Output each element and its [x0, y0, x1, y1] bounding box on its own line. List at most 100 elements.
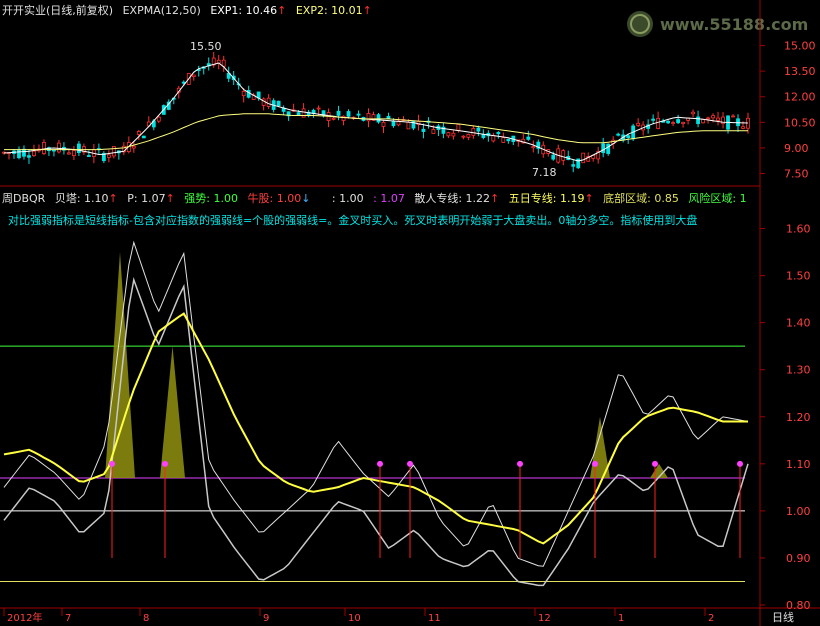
candle-body [276, 100, 281, 107]
x-tick-label: 11 [428, 613, 441, 624]
candle-body [406, 121, 411, 130]
candle-body [331, 117, 336, 120]
candle-body [551, 154, 556, 160]
candle-body [696, 116, 700, 124]
candle-body [391, 121, 396, 127]
candle-body [431, 129, 436, 134]
candle-body [456, 124, 461, 131]
candle-body [606, 143, 611, 154]
candle-body [266, 97, 271, 107]
ind-tick-label: 1.10 [786, 458, 811, 471]
signal-dot [162, 460, 168, 467]
candle-body [461, 135, 466, 138]
price-high-label: 15.50 [190, 40, 222, 53]
chart-canvas[interactable]: 15.00 13.50 12.00 10.50 9.00 7.50 15.50 7.18 1.6… [0, 0, 820, 626]
dibu-value: 底部区域: 0.85 [603, 192, 679, 205]
candle-body [191, 74, 196, 78]
candle-body [376, 114, 381, 123]
signal-dot [737, 460, 743, 467]
candle-body [706, 117, 710, 120]
price-tick-label: 12.00 [784, 91, 816, 104]
signal-dot [592, 460, 598, 467]
exp2-line [4, 113, 748, 151]
candle-body [666, 120, 671, 124]
ind-tick-label: 1.50 [786, 270, 811, 283]
ind-tick-label: 1.60 [786, 223, 811, 236]
sanren-arrow: ↑ [490, 192, 500, 205]
candle-body [581, 152, 586, 164]
candle-body [481, 134, 486, 138]
beita-arrow: ↑ [108, 192, 118, 205]
candle-body [636, 122, 641, 126]
candle-body [601, 143, 606, 154]
candle-body [141, 135, 146, 139]
indicator-title: 周DBQR [2, 192, 46, 205]
wuri-value: 五日专线: 1.19 [508, 192, 585, 205]
ind-tick-label: 1.30 [786, 364, 811, 377]
beita-value: 贝塔: 1.10 [54, 192, 109, 205]
candle-body [571, 164, 576, 167]
sanren-value: 散人专线: 1.22 [414, 192, 491, 205]
candle-body [626, 135, 631, 138]
candle-body [106, 154, 111, 158]
candle-body [221, 59, 226, 67]
x-tick-label: 8 [143, 613, 149, 624]
ind-tick-label: 0.90 [786, 552, 811, 565]
candle-body [501, 137, 506, 143]
price-tick-label: 9.00 [784, 142, 809, 155]
candle-body [671, 122, 676, 124]
candle-body [17, 149, 21, 159]
candle-body [381, 121, 386, 127]
signal-dot [652, 460, 658, 467]
candle-body [491, 135, 496, 142]
candle-body [22, 148, 26, 157]
candle-body [656, 117, 661, 129]
candle-body [32, 150, 36, 157]
val2-value: : 1.07 [373, 192, 405, 205]
fengxian-value: 风险区域: 1 [688, 192, 747, 205]
price-tick-label: 7.50 [784, 167, 809, 180]
candle-body [701, 119, 705, 124]
price-tick-label: 13.50 [784, 65, 816, 78]
signal-dot [377, 460, 383, 467]
period-tab[interactable]: 日线 [772, 610, 794, 624]
candle-body [691, 111, 695, 115]
candle-body [711, 115, 715, 119]
ind-tick-label: 1.40 [786, 317, 811, 330]
candle-body [57, 142, 61, 153]
candle-body [72, 150, 76, 157]
candle-body [451, 132, 456, 137]
ind-tick-label: 1.00 [786, 505, 811, 518]
candle-body [651, 118, 656, 121]
candle-body [526, 136, 531, 140]
x-tick-label: 7 [65, 613, 71, 624]
candle-body [471, 128, 476, 136]
candle-body [241, 90, 246, 97]
indicator-description: 对比强弱指标是短线指标-包含对应指数的强弱线=个股的强弱线=。金叉时买入。死叉时… [8, 214, 698, 227]
candle-body [131, 145, 136, 149]
x-tick-label: 1 [618, 613, 624, 624]
candle-body [496, 132, 501, 135]
olive-area [105, 252, 135, 478]
x-tick-label: 9 [263, 613, 269, 624]
candle-body [466, 133, 471, 138]
signal-dot [407, 460, 413, 467]
candle-body [446, 132, 451, 137]
price-tick-label: 15.00 [784, 40, 816, 53]
candle-body [52, 149, 56, 152]
candle-body [356, 113, 361, 116]
candle-body [741, 126, 745, 129]
candle-body [716, 117, 720, 121]
ind-tick-label: 1.20 [786, 411, 811, 424]
candle-body [731, 115, 735, 118]
p-arrow: ↑ [165, 192, 175, 205]
candle-body [676, 119, 680, 124]
x-tick-label: 2 [708, 613, 714, 624]
candle-body [316, 107, 321, 110]
candle-body [76, 143, 81, 154]
candle-body [616, 133, 621, 136]
candle-body [136, 131, 141, 135]
olive-area [160, 346, 185, 478]
x-tick-label: 2012年 [7, 611, 42, 624]
qiangshi-value: 强势: 1.00 [184, 192, 238, 205]
